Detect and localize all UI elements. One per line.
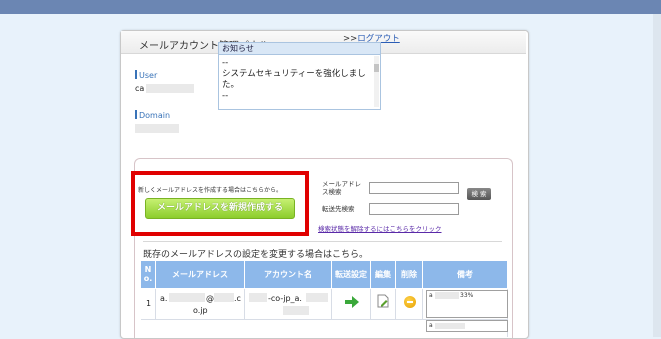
row-no: 1 <box>146 299 152 308</box>
masked-account-2 <box>306 293 328 302</box>
forward-search-input[interactable] <box>369 203 459 215</box>
info-marker-icon <box>135 70 137 79</box>
forward-arrow-icon[interactable] <box>345 296 359 308</box>
search-button[interactable]: 検 索 <box>467 188 491 200</box>
row-mail-3: .c <box>234 294 241 303</box>
row-mail-4: o.jp <box>193 306 208 315</box>
col-edit-header: 編集 <box>371 261 396 288</box>
masked-account-3 <box>283 306 309 315</box>
col-no-header: No. <box>141 261 156 288</box>
col-delete-header: 削除 <box>396 261 423 288</box>
clear-search-link[interactable]: 検索状態を解除するにはこちらをクリック <box>318 223 442 233</box>
col-forward-header: 転送設定 <box>332 261 371 288</box>
col-memo-header: 備考 <box>423 261 508 288</box>
notice-scrollbar[interactable] <box>374 56 379 107</box>
masked-mail <box>169 293 205 302</box>
domain-label: Domain <box>135 110 170 120</box>
col-mail-header: メールアドレス <box>156 261 245 288</box>
mail-search-label: メールアドレ ス検索 <box>322 180 361 196</box>
create-note: 新しくメールアドレスを作成する場合はこちらから。 <box>138 187 283 194</box>
info-marker-icon <box>135 110 137 119</box>
memo-textarea-2[interactable]: a <box>426 320 508 332</box>
edit-document-icon[interactable] <box>377 294 389 308</box>
memo-textarea[interactable]: a 33% <box>426 290 508 318</box>
mail-search-input[interactable] <box>369 182 459 194</box>
row-mail-1: a. <box>160 294 168 303</box>
delete-icon[interactable] <box>404 296 416 308</box>
notice-body: -- システムセキュリティーを強化しまし た。 -- <box>222 58 366 101</box>
masked-account <box>249 293 267 302</box>
notice-box[interactable]: お知らせ -- システムセキュリティーを強化しまし た。 -- <box>218 42 381 110</box>
forward-search-label: 転送先検索 <box>322 205 355 213</box>
existing-note: 既存のメールアドレスの設定を変更する場合はこちら。 <box>143 250 369 260</box>
row-account-1: -co-jp_a. <box>268 294 302 303</box>
masked-domain <box>135 124 179 133</box>
page-scrollbar[interactable] <box>653 14 661 337</box>
divider <box>143 241 502 242</box>
top-bar <box>0 0 661 14</box>
user-value: ca <box>135 84 145 93</box>
notice-title: お知らせ <box>219 43 380 55</box>
col-account-header: アカウント名 <box>245 261 332 288</box>
create-account-button[interactable]: メールアドレスを新規作成する <box>145 198 295 219</box>
masked-mail-domain <box>214 293 234 302</box>
row-mail-2: @ <box>206 294 214 303</box>
user-label: User <box>135 70 157 80</box>
masked-user <box>146 84 194 93</box>
